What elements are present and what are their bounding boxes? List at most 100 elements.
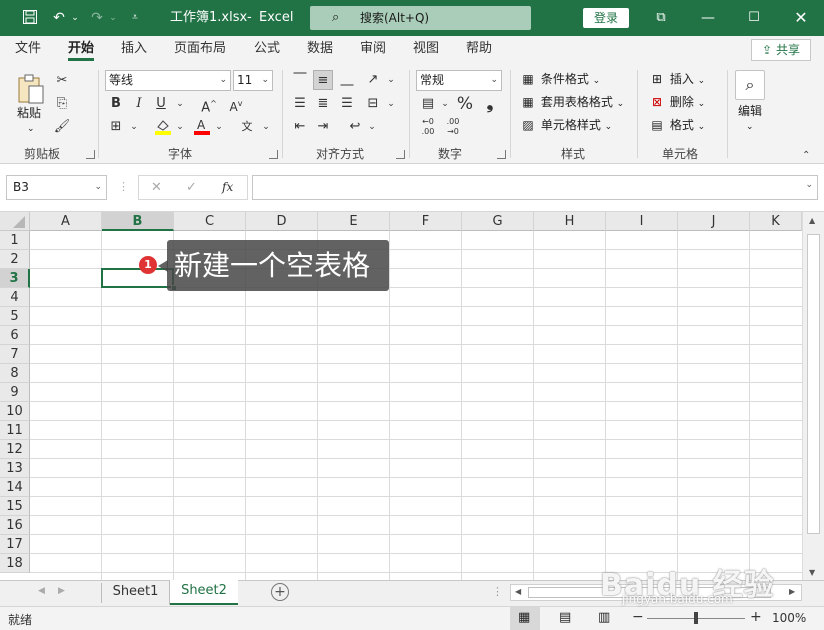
- find-icon[interactable]: ⌕: [735, 70, 765, 100]
- clipboard-launcher-icon[interactable]: [86, 150, 95, 159]
- merge-dropdown-icon[interactable]: ⌄: [381, 94, 401, 114]
- next-sheet-icon[interactable]: ▶: [58, 586, 65, 596]
- column-header-f[interactable]: F: [390, 212, 462, 231]
- conditional-format-button[interactable]: ▦ 条件格式 ⌄: [519, 70, 600, 90]
- page-break-view-icon[interactable]: ▥: [598, 610, 610, 625]
- underline-dropdown-icon[interactable]: ⌄: [170, 94, 190, 114]
- row-header-14[interactable]: 14: [0, 478, 30, 497]
- border-icon[interactable]: ⊞: [106, 117, 126, 137]
- row-header-18[interactable]: 18: [0, 554, 30, 573]
- bold-button[interactable]: B: [106, 94, 126, 114]
- align-right-icon[interactable]: ☰: [337, 94, 357, 114]
- format-as-table-button[interactable]: ▦ 套用表格格式 ⌄: [519, 93, 624, 113]
- row-header-17[interactable]: 17: [0, 535, 30, 554]
- copy-icon[interactable]: ⎘: [52, 94, 72, 114]
- tab-home[interactable]: 开始: [68, 36, 95, 64]
- decrease-decimal-icon[interactable]: .00 →0: [443, 117, 463, 137]
- close-icon[interactable]: ✕: [778, 0, 824, 36]
- vertical-scroll-thumb[interactable]: [807, 234, 820, 534]
- share-button[interactable]: ⇪ 共享: [751, 39, 811, 61]
- currency-dropdown-icon[interactable]: ⌄: [435, 94, 455, 114]
- align-middle-icon[interactable]: ≡: [313, 70, 333, 90]
- normal-view-button[interactable]: ▦: [510, 607, 540, 630]
- tab-help[interactable]: 帮助: [466, 36, 492, 64]
- column-header-j[interactable]: J: [678, 212, 750, 231]
- row-header-1[interactable]: 1: [0, 231, 30, 250]
- tab-view[interactable]: 视图: [413, 36, 439, 64]
- column-header-c[interactable]: C: [174, 212, 246, 231]
- insert-function-icon[interactable]: fx: [222, 180, 233, 194]
- page-layout-view-icon[interactable]: ▤: [559, 610, 571, 625]
- column-header-e[interactable]: E: [318, 212, 390, 231]
- row-header-12[interactable]: 12: [0, 440, 30, 459]
- orientation-dropdown-icon[interactable]: ⌄: [381, 70, 401, 90]
- zoom-in-icon[interactable]: +: [750, 609, 762, 625]
- tab-data[interactable]: 数据: [307, 36, 333, 64]
- zoom-slider[interactable]: [647, 612, 745, 624]
- expand-formula-icon[interactable]: ⌄: [805, 180, 813, 190]
- row-header-11[interactable]: 11: [0, 421, 30, 440]
- editing-dropdown-icon[interactable]: ⌄: [746, 118, 754, 136]
- paste-icon[interactable]: [14, 72, 48, 106]
- font-launcher-icon[interactable]: [269, 150, 278, 159]
- comma-button[interactable]: ❟: [480, 94, 500, 114]
- scroll-down-icon[interactable]: ▼: [809, 568, 815, 577]
- font-name-select[interactable]: 等线 ⌄: [105, 70, 231, 91]
- sheet-tab-sheet2[interactable]: Sheet2: [170, 580, 238, 605]
- tab-review[interactable]: 审阅: [360, 36, 386, 64]
- phonetic-icon[interactable]: 文: [237, 117, 257, 137]
- scroll-up-icon[interactable]: ▲: [809, 216, 815, 225]
- row-header-10[interactable]: 10: [0, 402, 30, 421]
- grow-font-button[interactable]: A^: [199, 94, 219, 115]
- undo-icon[interactable]: ↶: [50, 9, 68, 27]
- cut-icon[interactable]: ✂: [52, 71, 72, 91]
- column-header-a[interactable]: A: [30, 212, 102, 231]
- row-header-3[interactable]: 3: [0, 269, 30, 288]
- row-header-4[interactable]: 4: [0, 288, 30, 307]
- row-header-2[interactable]: 2: [0, 250, 30, 269]
- font-size-select[interactable]: 11 ⌄: [233, 70, 273, 91]
- insert-cells-button[interactable]: ⊞ 插入 ⌄: [648, 70, 705, 90]
- row-header-7[interactable]: 7: [0, 345, 30, 364]
- add-sheet-icon[interactable]: +: [271, 583, 289, 601]
- underline-button[interactable]: U: [151, 94, 171, 114]
- row-header-9[interactable]: 9: [0, 383, 30, 402]
- number-format-select[interactable]: 常规 ⌄: [416, 70, 502, 91]
- align-top-icon[interactable]: ⎺: [290, 70, 310, 90]
- number-launcher-icon[interactable]: [497, 150, 506, 159]
- format-painter-icon[interactable]: 🖌: [52, 117, 72, 137]
- zoom-out-icon[interactable]: −: [632, 609, 644, 625]
- search-box[interactable]: ⌕ 搜索(Alt+Q): [310, 6, 531, 30]
- undo-dropdown-icon[interactable]: ⌄: [69, 9, 81, 27]
- worksheet-grid[interactable]: ABCDEFGHIJK 1 2 3 4 5 6 7 8 9 10 11 12 13 14 15 16 17 18 …: [0, 212, 824, 580]
- minimize-icon[interactable]: —: [685, 0, 731, 36]
- format-cells-button[interactable]: ▤ 格式 ⌄: [648, 116, 705, 136]
- column-header-g[interactable]: G: [462, 212, 534, 231]
- shrink-font-button[interactable]: Av: [226, 94, 246, 114]
- tab-splitter-icon[interactable]: ⋮: [492, 585, 503, 598]
- name-box[interactable]: B3 ⌄: [6, 175, 107, 200]
- customize-qat-icon[interactable]: ⩡: [128, 9, 142, 27]
- align-left-icon[interactable]: ☰: [290, 94, 310, 114]
- maximize-icon[interactable]: ☐: [731, 0, 777, 36]
- tab-page-layout[interactable]: 页面布局: [174, 36, 226, 64]
- tab-file[interactable]: 文件: [15, 36, 41, 64]
- scroll-right-icon[interactable]: ▶: [789, 587, 795, 596]
- delete-cells-button[interactable]: ⊠ 删除 ⌄: [648, 93, 705, 113]
- column-header-k[interactable]: K: [750, 212, 802, 231]
- vertical-scrollbar[interactable]: ▲ ▼: [802, 212, 824, 580]
- row-header-13[interactable]: 13: [0, 459, 30, 478]
- decrease-indent-icon[interactable]: ⇤: [290, 117, 310, 137]
- login-button[interactable]: 登录: [583, 8, 629, 28]
- tab-formulas[interactable]: 公式: [254, 36, 280, 64]
- ribbon-display-icon[interactable]: ⧉: [638, 0, 684, 36]
- save-icon[interactable]: [20, 9, 40, 27]
- collapse-ribbon-icon[interactable]: ⌃: [802, 150, 810, 161]
- alignment-launcher-icon[interactable]: [396, 150, 405, 159]
- cell-styles-button[interactable]: ▨ 单元格样式 ⌄: [519, 116, 612, 136]
- increase-decimal-icon[interactable]: ←0.00: [418, 117, 438, 137]
- scroll-left-icon[interactable]: ◀: [515, 587, 521, 596]
- orientation-icon[interactable]: ↗: [363, 70, 383, 90]
- merge-center-icon[interactable]: ⊟: [363, 94, 383, 114]
- row-header-8[interactable]: 8: [0, 364, 30, 383]
